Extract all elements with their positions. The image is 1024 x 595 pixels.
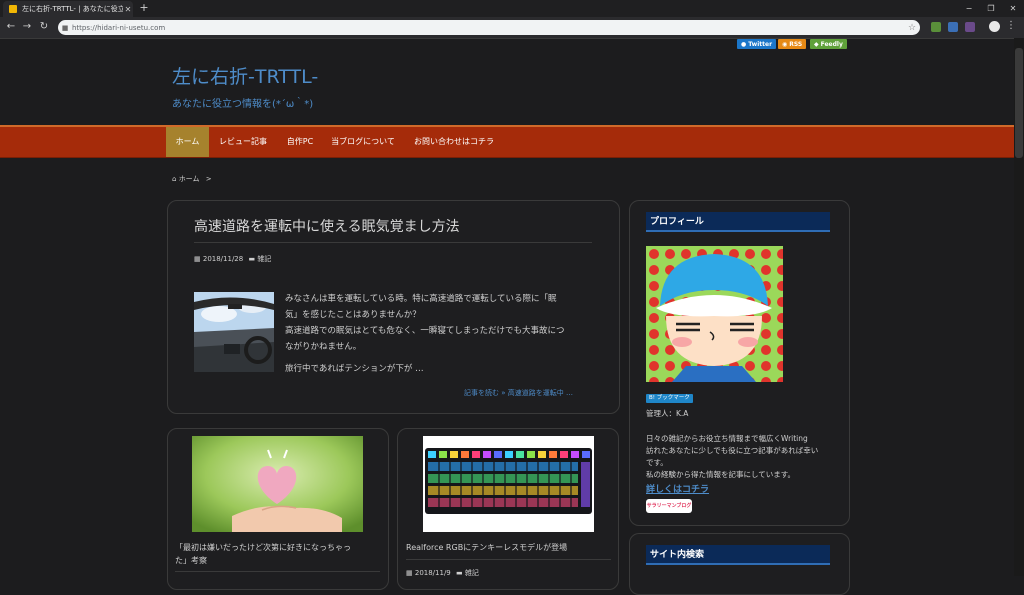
nav-item-about[interactable]: 当ブログについて bbox=[325, 127, 401, 157]
browser-toolbar: ← → ↻ ■ https://hidari-ni-usetu.com ☆ ⋮ bbox=[0, 17, 1024, 39]
profile-avatar bbox=[646, 246, 783, 382]
excerpt-line: 高速道路での眠気はとても危なく、一瞬寝てしまっただけでも大事故につ bbox=[285, 326, 565, 336]
feedly-button[interactable]: ◆ Feedly bbox=[810, 39, 847, 49]
home-icon: ⌂ bbox=[172, 175, 177, 183]
menu-kebab-icon[interactable]: ⋮ bbox=[1006, 20, 1016, 31]
card-divider bbox=[175, 571, 380, 572]
site-favicon-icon bbox=[9, 5, 17, 13]
card-title[interactable]: 「最初は嫌いだったけど次第に好きになっちゃっ bbox=[175, 541, 351, 554]
minimize-button[interactable]: − bbox=[958, 0, 980, 17]
nav-item-home[interactable]: ホーム bbox=[166, 127, 209, 157]
feedly-icon: ◆ bbox=[814, 40, 819, 48]
close-window-button[interactable]: ✕ bbox=[1002, 0, 1024, 17]
nav-item-reviews[interactable]: レビュー記事 bbox=[212, 127, 274, 157]
nav-item-contact[interactable]: お問い合わせはコチラ bbox=[408, 127, 500, 157]
profile-heading: プロフィール bbox=[646, 212, 830, 232]
post-date: 2018/11/28 bbox=[202, 255, 244, 263]
rss-label: RSS bbox=[789, 40, 803, 48]
excerpt-line: みなさんは車を運転している時。特に高速道路で運転している際に「眠 bbox=[285, 294, 557, 304]
read-more-link[interactable]: 記事を読む » 高速道路を運転中 … bbox=[464, 388, 573, 398]
twitter-button[interactable]: ● Twitter bbox=[737, 39, 777, 49]
extension-icon[interactable] bbox=[948, 22, 958, 32]
twitter-icon: ● bbox=[741, 40, 747, 48]
admin-name: 管理人：K.A bbox=[646, 409, 689, 418]
card-title[interactable]: た」考察 bbox=[175, 554, 207, 567]
excerpt-line: ながりかねません。 bbox=[285, 342, 362, 352]
breadcrumb: ⌂ ホーム > bbox=[172, 174, 212, 184]
new-tab-button[interactable]: + bbox=[138, 1, 150, 15]
reload-icon[interactable]: ↻ bbox=[37, 20, 51, 34]
main-nav: ホーム レビュー記事 自作PC 当ブログについて お問い合わせはコチラ bbox=[0, 125, 1014, 158]
browser-tabstrip: 左に右折-TRTTL- | あなたに役立つ情 ✕ + − ❐ ✕ bbox=[0, 0, 1024, 17]
window-controls: − ❐ ✕ bbox=[958, 0, 1024, 17]
title-divider bbox=[194, 242, 592, 243]
breadcrumb-separator: > bbox=[205, 175, 212, 183]
post-thumbnail[interactable] bbox=[423, 436, 594, 532]
bookmark-button[interactable]: B! ブックマーク bbox=[646, 394, 693, 403]
address-bar[interactable]: ■ https://hidari-ni-usetu.com ☆ bbox=[58, 20, 920, 35]
lock-icon: ■ bbox=[61, 23, 69, 32]
bio-line: 私の経験から得た情報を記事にしています。 bbox=[646, 470, 796, 479]
blog-ranking-badge[interactable]: サラリーマンブログ bbox=[646, 499, 692, 513]
extension-icon[interactable] bbox=[931, 22, 941, 32]
url-text: https://hidari-ni-usetu.com bbox=[72, 23, 166, 32]
rss-button[interactable]: ◉ RSS bbox=[778, 39, 807, 49]
tab-close-icon[interactable]: ✕ bbox=[123, 5, 133, 14]
card-divider bbox=[406, 559, 611, 560]
site-title[interactable]: 左に右折-TRTTL- bbox=[172, 62, 318, 89]
folder-icon: ▬ bbox=[248, 255, 256, 263]
calendar-icon: ▦ bbox=[194, 255, 201, 263]
post-thumbnail[interactable] bbox=[194, 292, 274, 372]
bio-line: 訪れたあなたに少しでも役に立つ記事があれば幸い bbox=[646, 446, 819, 455]
excerpt-line: 旅行中であればテンションが下が … bbox=[285, 364, 424, 374]
restore-button[interactable]: ❐ bbox=[980, 0, 1002, 17]
browser-tab[interactable]: 左に右折-TRTTL- | あなたに役立つ情 ✕ bbox=[3, 1, 133, 17]
twitter-label: Twitter bbox=[748, 40, 773, 48]
back-arrow-icon[interactable]: ← bbox=[4, 20, 18, 34]
post-meta: ▦ 2018/11/9 ▬ 雑記 bbox=[406, 568, 479, 578]
bio-line: 日々の雑記からお役立ち情報まで幅広くWriting bbox=[646, 434, 808, 443]
nav-item-custom-pc[interactable]: 自作PC bbox=[278, 127, 322, 157]
bookmark-star-icon[interactable]: ☆ bbox=[904, 23, 920, 33]
profile-detail-link[interactable]: 詳しくはコチラ bbox=[646, 482, 709, 495]
post-meta: ▦ 2018/11/28 ▬ 雑記 bbox=[194, 254, 271, 264]
forward-arrow-icon[interactable]: → bbox=[20, 20, 34, 34]
card-title[interactable]: Realforce RGBにテンキーレスモデルが登場 bbox=[406, 541, 567, 554]
post-title[interactable]: 高速道路を運転中に使える眠気覚まし方法 bbox=[194, 216, 460, 236]
profile-icon[interactable] bbox=[989, 21, 1000, 32]
feedly-label: Feedly bbox=[820, 40, 843, 48]
bio-line: です。 bbox=[646, 458, 668, 467]
scrollbar-thumb[interactable] bbox=[1015, 48, 1023, 158]
search-heading: サイト内検索 bbox=[646, 545, 830, 565]
post-category[interactable]: 雑記 bbox=[257, 255, 271, 263]
post-thumbnail[interactable] bbox=[192, 436, 363, 532]
extension-icon[interactable] bbox=[965, 22, 975, 32]
breadcrumb-home[interactable]: ホーム bbox=[179, 175, 200, 183]
site-description: あなたに役立つ情報を(*´ω｀*) bbox=[172, 99, 314, 110]
excerpt-line: 気」を感じたことはありませんか？ bbox=[285, 310, 421, 320]
tab-title: 左に右折-TRTTL- | あなたに役立つ情 bbox=[22, 5, 123, 13]
rss-icon: ◉ bbox=[782, 40, 788, 48]
